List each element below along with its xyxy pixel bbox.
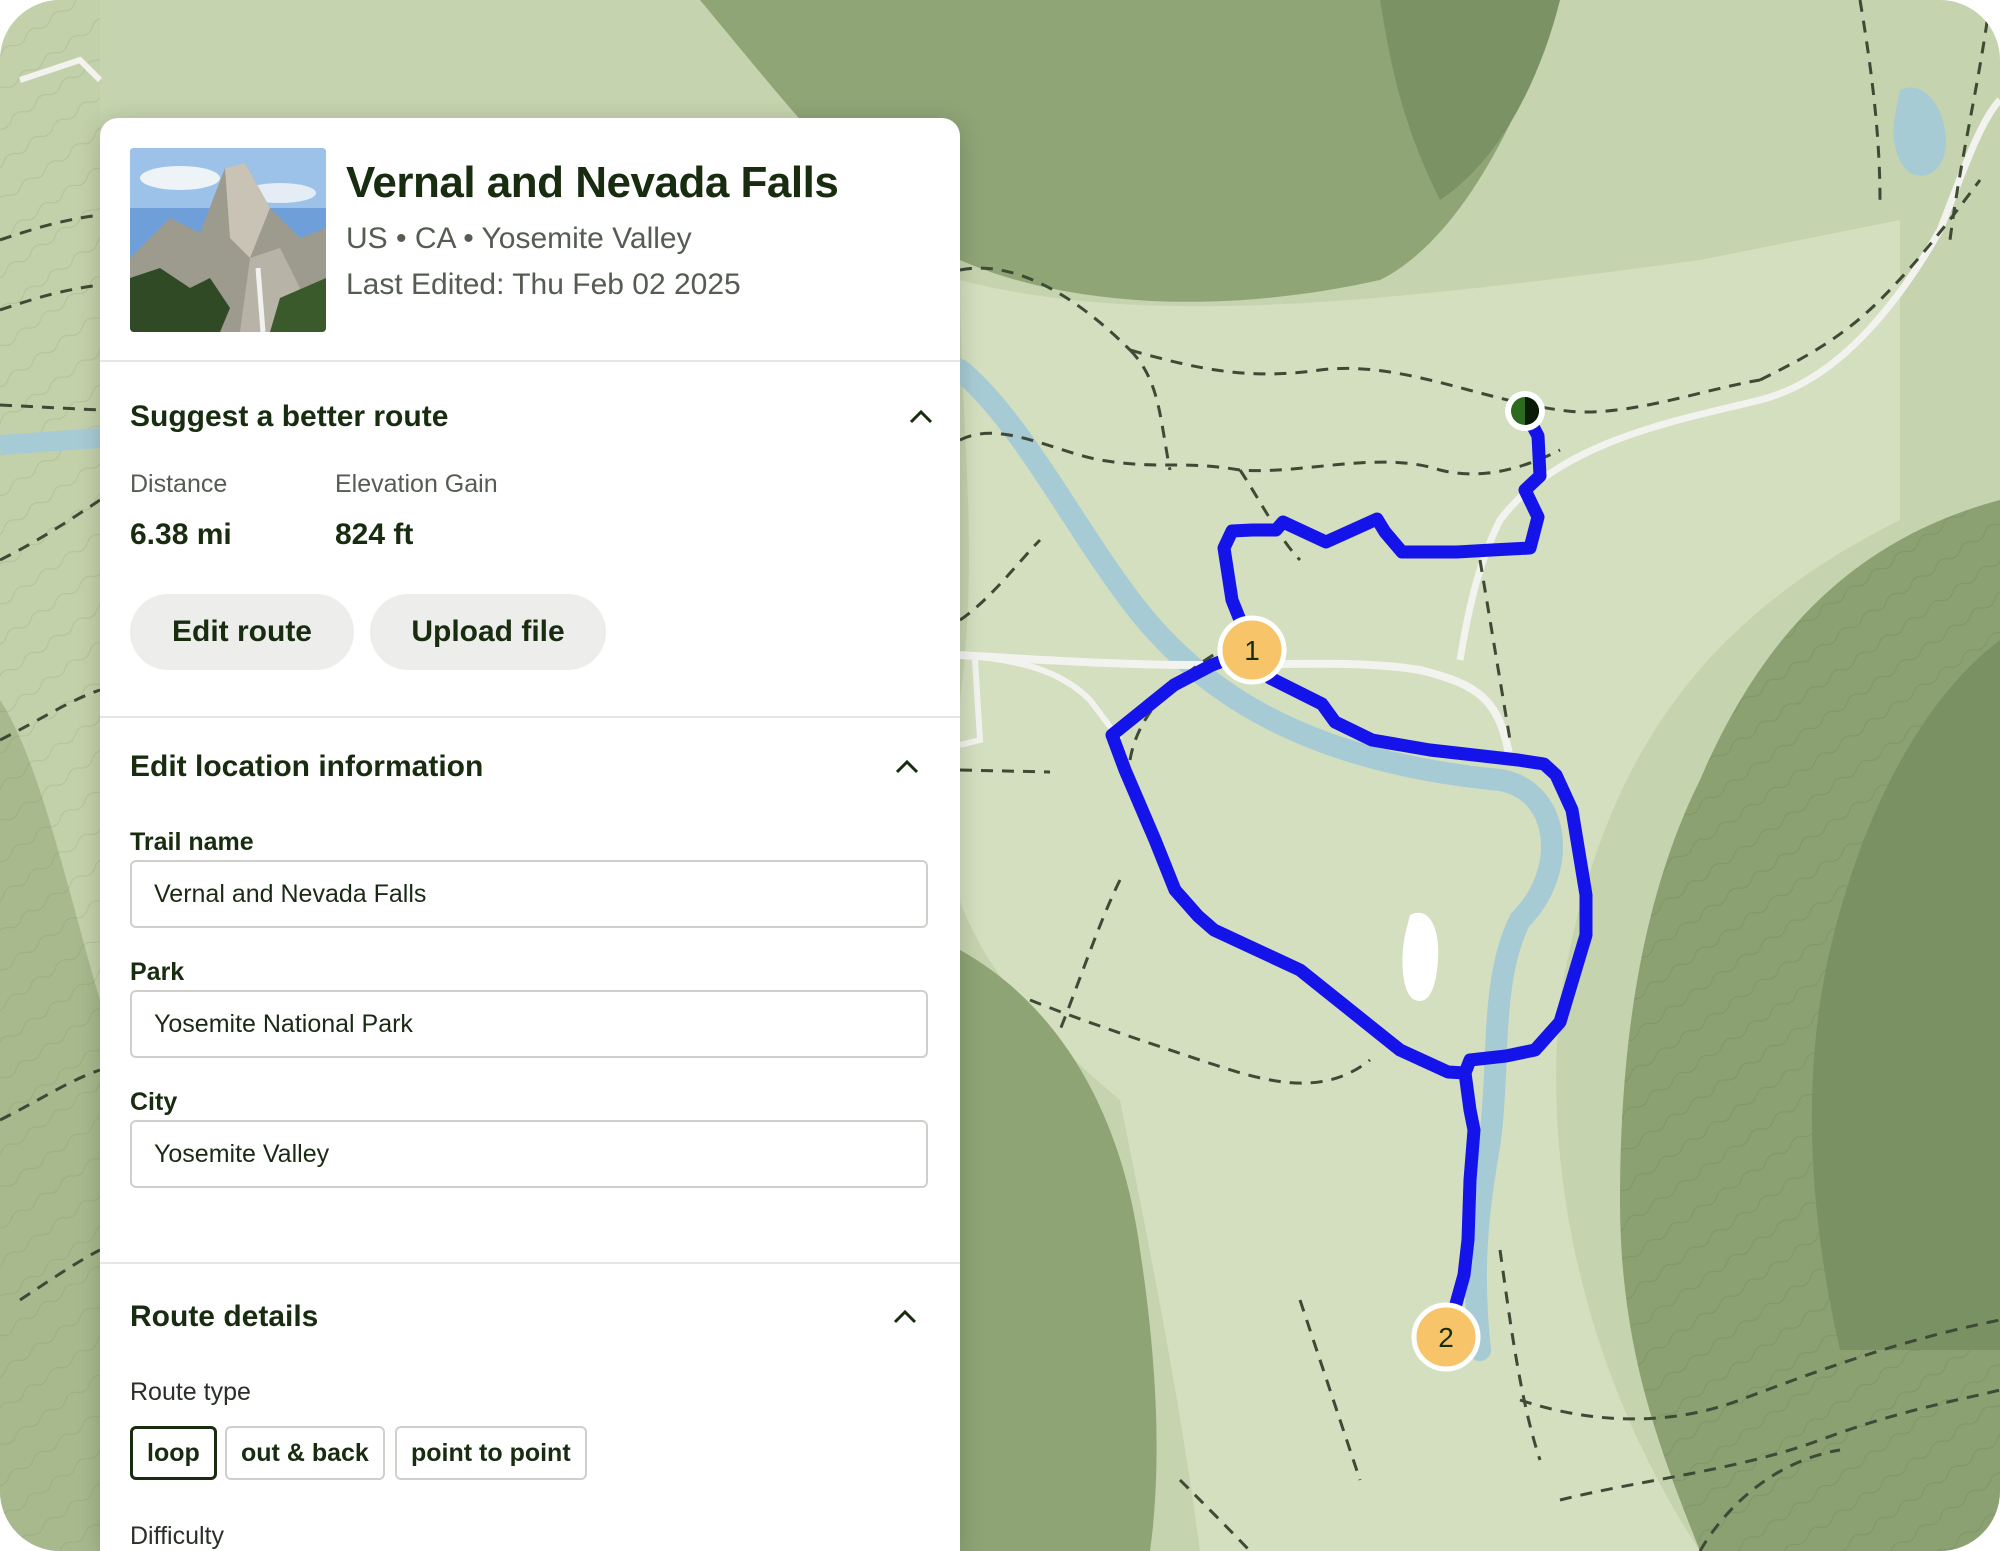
chevron-up-icon[interactable] xyxy=(906,402,936,432)
location-info-section: Edit location information Trail name Par… xyxy=(100,718,960,1264)
waypoint-2-label: 2 xyxy=(1438,1322,1454,1353)
city-label: City xyxy=(130,1088,178,1116)
route-type-loop[interactable]: loop xyxy=(130,1426,217,1480)
trail-photo xyxy=(130,148,326,332)
city-input[interactable] xyxy=(130,1120,928,1188)
trail-location: US • CA • Yosemite Valley xyxy=(346,222,692,255)
elevation-label: Elevation Gain xyxy=(335,470,498,498)
location-info-heading: Edit location information xyxy=(130,750,484,783)
waypoint-1[interactable]: 1 xyxy=(1217,615,1287,685)
last-edited: Last Edited: Thu Feb 02 2025 xyxy=(346,268,741,301)
upload-file-button[interactable]: Upload file xyxy=(370,594,606,670)
route-details-section: Route details Route type loop out & back… xyxy=(100,1264,960,1551)
chevron-up-icon[interactable] xyxy=(890,1302,920,1332)
trail-name-label: Trail name xyxy=(130,828,254,856)
chevron-up-icon[interactable] xyxy=(892,752,922,782)
trailhead-marker[interactable] xyxy=(1505,391,1545,431)
trail-title: Vernal and Nevada Falls xyxy=(346,158,839,207)
distance-value: 6.38 mi xyxy=(130,518,232,551)
route-type-out-and-back[interactable]: out & back xyxy=(225,1426,385,1480)
suggest-route-heading: Suggest a better route xyxy=(130,400,449,433)
trail-name-input[interactable] xyxy=(130,860,928,928)
distance-label: Distance xyxy=(130,470,228,498)
route-type-point-to-point[interactable]: point to point xyxy=(395,1426,587,1480)
difficulty-label: Difficulty xyxy=(130,1522,225,1550)
park-input[interactable] xyxy=(130,990,928,1058)
trail-header: Vernal and Nevada Falls US • CA • Yosemi… xyxy=(100,118,960,362)
app-stage: 1 2 Vernal and Nevada Falls US • CA • Yo… xyxy=(0,0,2000,1551)
elevation-value: 824 ft xyxy=(335,518,414,551)
suggest-route-section: Suggest a better route Distance Elevatio… xyxy=(100,362,960,718)
trail-edit-panel: Vernal and Nevada Falls US • CA • Yosemi… xyxy=(100,118,960,1551)
edit-route-button[interactable]: Edit route xyxy=(130,594,354,670)
park-label: Park xyxy=(130,958,185,986)
route-details-heading: Route details xyxy=(130,1300,319,1333)
waypoint-2[interactable]: 2 xyxy=(1411,1302,1481,1372)
route-type-label: Route type xyxy=(130,1378,251,1406)
route-type-options: loop out & back point to point xyxy=(130,1426,630,1480)
waypoint-1-label: 1 xyxy=(1244,635,1260,666)
